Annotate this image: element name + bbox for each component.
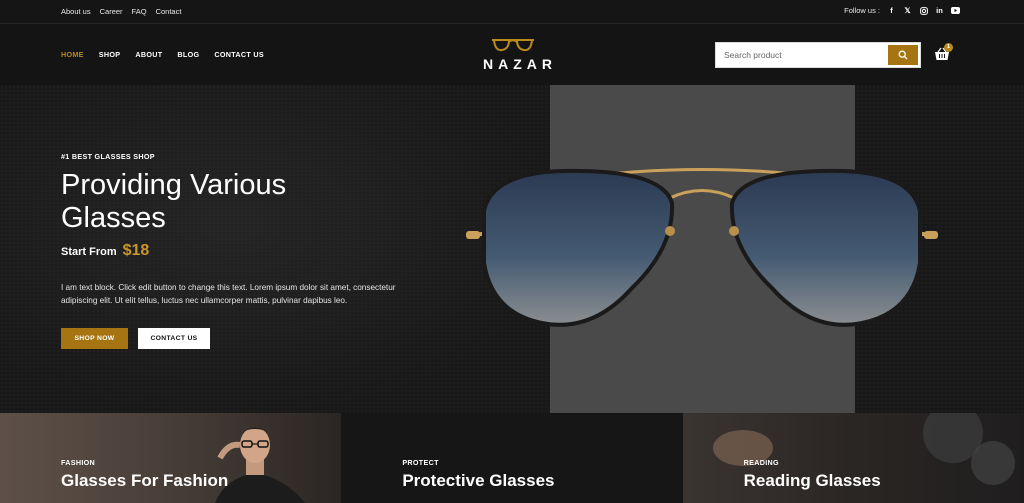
glasses-logo-icon xyxy=(492,39,534,52)
category-tag: FASHION xyxy=(61,458,96,467)
nav-item-contact-us[interactable]: CONTACT US xyxy=(214,50,264,59)
category-title: Glasses For Fashion xyxy=(61,471,229,490)
nav-item-about[interactable]: ABOUT xyxy=(135,50,162,59)
hero-section: #1 BEST GLASSES SHOP Providing Various G… xyxy=(0,85,1024,413)
cart-count-badge: 1 xyxy=(944,43,953,52)
search-input[interactable] xyxy=(716,43,886,67)
youtube-icon[interactable] xyxy=(951,6,960,15)
search-bar xyxy=(715,42,921,68)
cart-button[interactable]: 1 xyxy=(934,43,953,65)
main-menu: HOME SHOP ABOUT BLOG CONTACT US xyxy=(61,50,264,59)
shop-now-button[interactable]: SHOP NOW xyxy=(61,328,128,349)
category-tag: PROTECT xyxy=(402,458,439,467)
contact-us-button[interactable]: CONTACT US xyxy=(138,328,210,349)
nav-item-home[interactable]: HOME xyxy=(61,50,84,59)
hero-price-row: Start From $18 xyxy=(61,242,149,260)
hero-description: I am text block. Click edit button to ch… xyxy=(61,283,396,305)
x-icon[interactable]: 𝕏 xyxy=(903,6,912,15)
category-cards: FASHION Glasses For Fashion PROTECT Prot… xyxy=(0,413,1024,503)
top-link-faq[interactable]: FAQ xyxy=(132,7,147,16)
price-label: Start From xyxy=(61,246,117,258)
hero-title: Providing Various Glasses xyxy=(61,169,287,234)
follow-us-label: Follow us : xyxy=(844,6,880,15)
search-icon xyxy=(898,50,908,60)
main-navbar: HOME SHOP ABOUT BLOG CONTACT US NAZAR 1 xyxy=(0,25,1024,85)
top-link-contact[interactable]: Contact xyxy=(156,7,182,16)
fashion-model-image xyxy=(215,427,305,503)
category-tag: READING xyxy=(743,458,779,467)
category-card-fashion[interactable]: FASHION Glasses For Fashion xyxy=(0,413,342,503)
aviator-sunglasses-image xyxy=(466,168,938,327)
category-title: Reading Glasses xyxy=(743,471,881,490)
top-link-about-us[interactable]: About us xyxy=(61,7,91,16)
category-title: Protective Glasses xyxy=(402,471,555,490)
follow-us: Follow us : f 𝕏 in xyxy=(844,6,960,15)
category-card-reading[interactable]: READING Reading Glasses xyxy=(682,413,1024,503)
nav-item-shop[interactable]: SHOP xyxy=(99,50,121,59)
price-value: $18 xyxy=(122,242,150,259)
hero-eyebrow: #1 BEST GLASSES SHOP xyxy=(61,152,155,161)
category-card-protect[interactable]: PROTECT Protective Glasses xyxy=(341,413,683,503)
facebook-icon[interactable]: f xyxy=(887,6,896,15)
top-links: About us Career FAQ Contact xyxy=(61,7,181,16)
search-button[interactable] xyxy=(888,45,918,65)
linkedin-icon[interactable]: in xyxy=(935,6,944,15)
top-bar: About us Career FAQ Contact Follow us : … xyxy=(0,0,1024,24)
instagram-icon[interactable] xyxy=(919,6,928,15)
site-logo[interactable]: NAZAR xyxy=(478,37,557,72)
logo-text: NAZAR xyxy=(483,56,557,72)
nav-item-blog[interactable]: BLOG xyxy=(177,50,199,59)
top-link-career[interactable]: Career xyxy=(100,7,123,16)
